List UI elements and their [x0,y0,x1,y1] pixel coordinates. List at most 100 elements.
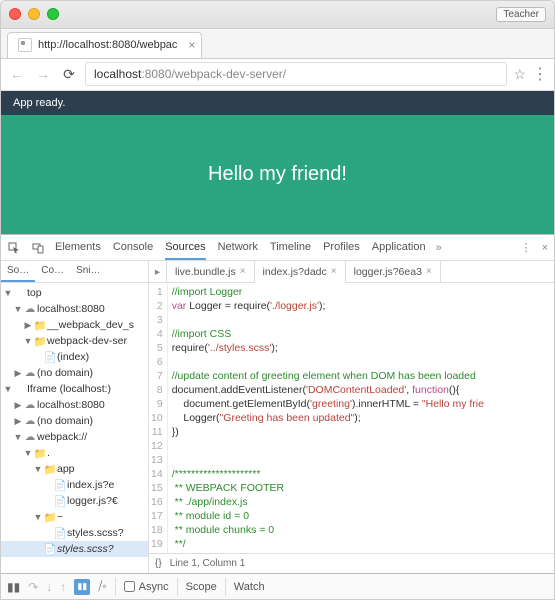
tree-item[interactable]: ▶📁__webpack_dev_s [1,317,148,333]
tree-label: webpack-dev-ser [47,335,127,347]
async-checkbox[interactable]: Async [124,581,169,593]
tree-item[interactable]: ▼☁localhost:8080 [1,301,148,317]
tree-item[interactable]: ▼📁~ [1,509,148,525]
tree-label: localhost:8080 [37,303,105,315]
close-file-icon[interactable]: × [240,266,246,277]
tree-item[interactable]: 📄styles.scss? [1,541,148,557]
url-host: localhost [94,67,141,81]
more-tabs-icon[interactable]: » [436,242,442,254]
device-icon[interactable] [31,241,45,255]
sidebar-tabs: So…Co…Sni… [1,261,148,283]
sources-sidebar: So…Co…Sni… ▼top▼☁localhost:8080▶📁__webpa… [1,261,149,573]
address-bar: ← → ⟳ localhost:8080/webpack-dev-server/… [1,59,554,91]
devtools-tab-network[interactable]: Network [218,241,258,254]
tree-item[interactable]: ▼📁. [1,445,148,461]
devtools-header: Elements Console Sources Network Timeline Pro… [1,235,554,261]
sidebar-tab[interactable]: So… [1,261,35,282]
scope-tab[interactable]: Scope [186,581,217,593]
close-file-icon[interactable]: × [331,266,337,277]
tree-item[interactable]: 📄logger.js?€ [1,493,148,509]
close-tab-icon[interactable]: × [188,38,195,52]
step-out-icon[interactable]: ↑ [60,580,66,594]
pause-exceptions-icon[interactable]: ⧸◦ [98,579,106,594]
tree-item[interactable]: ▼📁webpack-dev-ser [1,333,148,349]
tree-item[interactable]: ▼📁app [1,461,148,477]
tree-label: logger.js?€ [67,495,118,507]
tree-label: styles.scss? [57,543,114,555]
browser-tab[interactable]: http://localhost:8080/webpac × [7,32,202,58]
tree-item[interactable]: ▼top [1,285,148,301]
devtools-tab-application[interactable]: Application [372,241,426,254]
close-window-button[interactable] [9,8,21,20]
file-tab-label: live.bundle.js [175,266,236,278]
tree-label: app [57,463,75,475]
titlebar: Teacher [1,1,554,29]
page-content: Hello my friend! [1,115,554,234]
back-button[interactable]: ← [7,64,27,84]
devtools-tab-sources[interactable]: Sources [165,241,205,260]
sources-main: ▸ live.bundle.js×index.js?dadc×logger.js… [149,261,554,573]
bookmark-icon[interactable]: ☆ [513,66,526,83]
tree-label: index.js?e [67,479,114,491]
step-into-icon[interactable]: ↓ [46,580,52,594]
async-checkbox-input[interactable] [124,581,135,592]
tab-title: http://localhost:8080/webpac [38,39,177,51]
file-tab[interactable]: index.js?dadc × [255,261,346,283]
tree-item[interactable]: ▶☁(no domain) [1,413,148,429]
file-tabs: ▸ live.bundle.js×index.js?dadc×logger.js… [149,261,554,283]
devtools-menu-icon[interactable]: ⋮ [521,241,532,254]
tree-item[interactable]: ▶☁localhost:8080 [1,397,148,413]
watch-tab[interactable]: Watch [234,581,265,593]
line-gutter: 12345678910111213141516171819 [149,283,168,553]
url-input[interactable]: localhost:8080/webpack-dev-server/ [85,62,507,86]
code-content: //import Loggervar Logger = require('./l… [168,283,554,553]
debugger-toolbar: ▮▮ ↷ ↓ ↑ ▮▮ ⧸◦ Async Scope Watch [1,573,554,599]
browser-window: Teacher http://localhost:8080/webpac × ←… [0,0,555,600]
devtools-tab-timeline[interactable]: Timeline [270,241,311,254]
tree-label: . [47,447,50,459]
maximize-window-button[interactable] [47,8,59,20]
sidebar-tab[interactable]: Sni… [70,261,106,282]
async-label: Async [139,581,169,593]
pause-icon[interactable]: ▮▮ [7,580,20,594]
devtools-body: So…Co…Sni… ▼top▼☁localhost:8080▶📁__webpa… [1,261,554,573]
app-status-text: App ready. [13,97,65,109]
tree-label: (index) [57,351,89,363]
braces-icon[interactable]: {} [155,558,162,569]
file-tab-label: index.js?dadc [263,266,327,278]
inspect-icon[interactable] [7,241,21,255]
code-editor[interactable]: 12345678910111213141516171819 //import L… [149,283,554,553]
app-status-bar: App ready. [1,91,554,115]
file-tree: ▼top▼☁localhost:8080▶📁__webpack_dev_s▼📁w… [1,283,148,573]
file-tab[interactable]: logger.js?6ea3× [346,261,441,282]
tree-item[interactable]: 📄styles.scss? [1,525,148,541]
step-over-icon[interactable]: ↷ [28,580,38,594]
tree-item[interactable]: ▶☁(no domain) [1,365,148,381]
tree-label: (no domain) [37,367,93,379]
devtools-close-icon[interactable]: × [542,242,548,254]
url-path: :8080/webpack-dev-server/ [141,67,286,81]
devtools-tab-console[interactable]: Console [113,241,153,254]
devtools-tab-profiles[interactable]: Profiles [323,241,360,254]
tree-item[interactable]: 📄index.js?e [1,477,148,493]
tree-label: webpack:// [37,431,87,443]
devtools-tabs: ElementsConsoleSourcesNetworkTimelinePro… [55,241,426,254]
window-controls [9,8,59,20]
sidebar-tab[interactable]: Co… [35,261,70,282]
devtools-panel: Elements Console Sources Network Timeline Pro… [1,234,554,599]
reload-button[interactable]: ⟳ [59,64,79,84]
tree-item[interactable]: 📄(index) [1,349,148,365]
teacher-badge[interactable]: Teacher [496,7,546,22]
tree-item[interactable]: ▼Iframe (localhost:) [1,381,148,397]
tree-item[interactable]: ▼☁webpack:// [1,429,148,445]
devtools-tab-elements[interactable]: Elements [55,241,101,254]
file-tab[interactable]: live.bundle.js × [167,261,255,282]
editor-status-bar: {} Line 1, Column 1 [149,553,554,573]
file-tab-nav-icon[interactable]: ▸ [149,261,167,282]
deactivate-breakpoints-icon[interactable]: ▮▮ [74,579,90,595]
tree-label: top [27,287,42,299]
tree-label: Iframe (localhost:) [27,383,111,395]
browser-menu-icon[interactable]: ⋮ [532,64,548,84]
minimize-window-button[interactable] [28,8,40,20]
close-file-icon[interactable]: × [426,266,432,277]
